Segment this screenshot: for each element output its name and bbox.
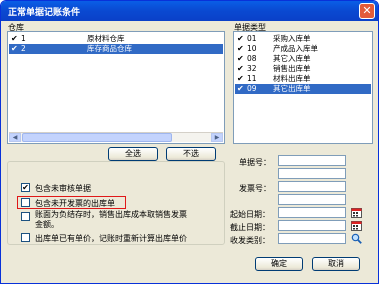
doctype-name: 销售出库单 <box>273 64 311 73</box>
invoice-no-input-2[interactable] <box>278 194 346 205</box>
doctype-name: 其它出库单 <box>273 84 311 93</box>
option-uninvoiced-label: 包含未开发票的出库单 <box>35 199 115 208</box>
doctype-row[interactable]: ✔ 32 销售出库单 <box>235 64 371 74</box>
select-all-button[interactable]: 全选 <box>108 147 158 161</box>
start-date-label: 起始日期： <box>230 210 270 219</box>
option-unapproved-checkbox[interactable]: ✔ <box>21 183 30 192</box>
doctype-row-selected[interactable]: ✔ 09 其它出库单 <box>235 84 371 94</box>
warehouse-row-1[interactable]: ✔ 1 原材料仓库 <box>9 34 223 44</box>
option-unapproved-label: 包含未审核单据 <box>35 184 91 193</box>
doc-no-input-2[interactable] <box>278 168 346 179</box>
doctype-row[interactable]: ✔ 01 采购入库单 <box>235 34 371 44</box>
search-icon[interactable] <box>351 233 362 244</box>
option-recalc-price-checkbox[interactable] <box>21 233 30 242</box>
warehouse-name: 库存商品仓库 <box>87 44 132 53</box>
calendar-icon[interactable] <box>351 220 362 231</box>
recv-type-label: 收发类别： <box>230 236 270 245</box>
scroll-right-icon[interactable]: ▶ <box>211 133 223 142</box>
doctype-code: 10 <box>247 44 257 53</box>
checkbox-icon[interactable]: ✔ <box>11 35 19 43</box>
option-recalc-price-label: 出库单已有单价，记账时重新计算出库单价 <box>35 234 187 243</box>
invoice-no-input-1[interactable] <box>278 181 346 192</box>
checkbox-icon[interactable]: ✔ <box>237 65 245 73</box>
option-negative-stock-label: 账面为负结存时，销售出库成本取销售发票 金额。 <box>35 210 187 229</box>
checkbox-icon[interactable]: ✔ <box>237 75 245 83</box>
deselect-button[interactable]: 不选 <box>166 147 216 161</box>
doctype-code: 32 <box>247 64 257 73</box>
checkbox-icon[interactable]: ✔ <box>237 35 245 43</box>
doctype-name: 其它入库单 <box>273 54 311 63</box>
warehouse-list[interactable]: ✔ 1 原材料仓库 ✔ 2 库存商品仓库 ◀ ▶ <box>7 31 225 144</box>
doc-no-label: 单据号： <box>239 158 271 167</box>
dialog-window: 正常单据记账条件 ✕ 仓库 ✔ 1 原材料仓库 ✔ 2 库存商品仓库 ◀ ▶ 单… <box>0 0 379 284</box>
doctype-name: 产成品入库单 <box>273 44 318 53</box>
doctype-row[interactable]: ✔ 10 产成品入库单 <box>235 44 371 54</box>
cancel-button[interactable]: 取消 <box>312 257 360 271</box>
checkbox-icon[interactable]: ✔ <box>237 55 245 63</box>
doctype-list[interactable]: ✔ 01 采购入库单 ✔ 10 产成品入库单 ✔ 08 其它入库单 ✔ 32 销… <box>233 31 373 144</box>
warehouse-code: 2 <box>21 44 26 53</box>
doc-no-input-1[interactable] <box>278 155 346 166</box>
checkbox-icon[interactable]: ✔ <box>237 45 245 53</box>
doctype-name: 材料出库单 <box>273 74 311 83</box>
window-title: 正常单据记账条件 <box>8 8 81 18</box>
warehouse-row-2[interactable]: ✔ 2 库存商品仓库 <box>9 44 223 54</box>
title-bar[interactable]: 正常单据记账条件 ✕ <box>1 1 378 21</box>
warehouse-name: 原材料仓库 <box>87 34 125 43</box>
doctype-code: 09 <box>247 84 257 93</box>
checkbox-icon[interactable]: ✔ <box>11 45 19 53</box>
scroll-thumb[interactable] <box>22 133 172 142</box>
doctype-row[interactable]: ✔ 11 材料出库单 <box>235 74 371 84</box>
doctype-row[interactable]: ✔ 08 其它入库单 <box>235 54 371 64</box>
ok-button[interactable]: 确定 <box>255 257 303 271</box>
doctype-code: 08 <box>247 54 257 63</box>
end-date-label: 截止日期： <box>230 223 270 232</box>
scroll-left-icon[interactable]: ◀ <box>9 133 21 142</box>
close-button[interactable]: ✕ <box>359 3 375 19</box>
option-uninvoiced-checkbox[interactable] <box>21 198 30 207</box>
option-negative-stock-checkbox[interactable] <box>21 212 30 221</box>
doctype-name: 采购入库单 <box>273 34 311 43</box>
doctype-code: 01 <box>247 34 257 43</box>
warehouse-code: 1 <box>21 34 26 43</box>
horizontal-scrollbar[interactable]: ◀ ▶ <box>9 132 223 142</box>
recv-type-input[interactable] <box>278 233 346 244</box>
calendar-icon[interactable] <box>351 207 362 218</box>
start-date-input[interactable] <box>278 207 346 218</box>
doctype-code: 11 <box>247 74 257 83</box>
end-date-input[interactable] <box>278 220 346 231</box>
invoice-no-label: 发票号： <box>239 184 271 193</box>
checkbox-icon[interactable]: ✔ <box>237 85 245 93</box>
